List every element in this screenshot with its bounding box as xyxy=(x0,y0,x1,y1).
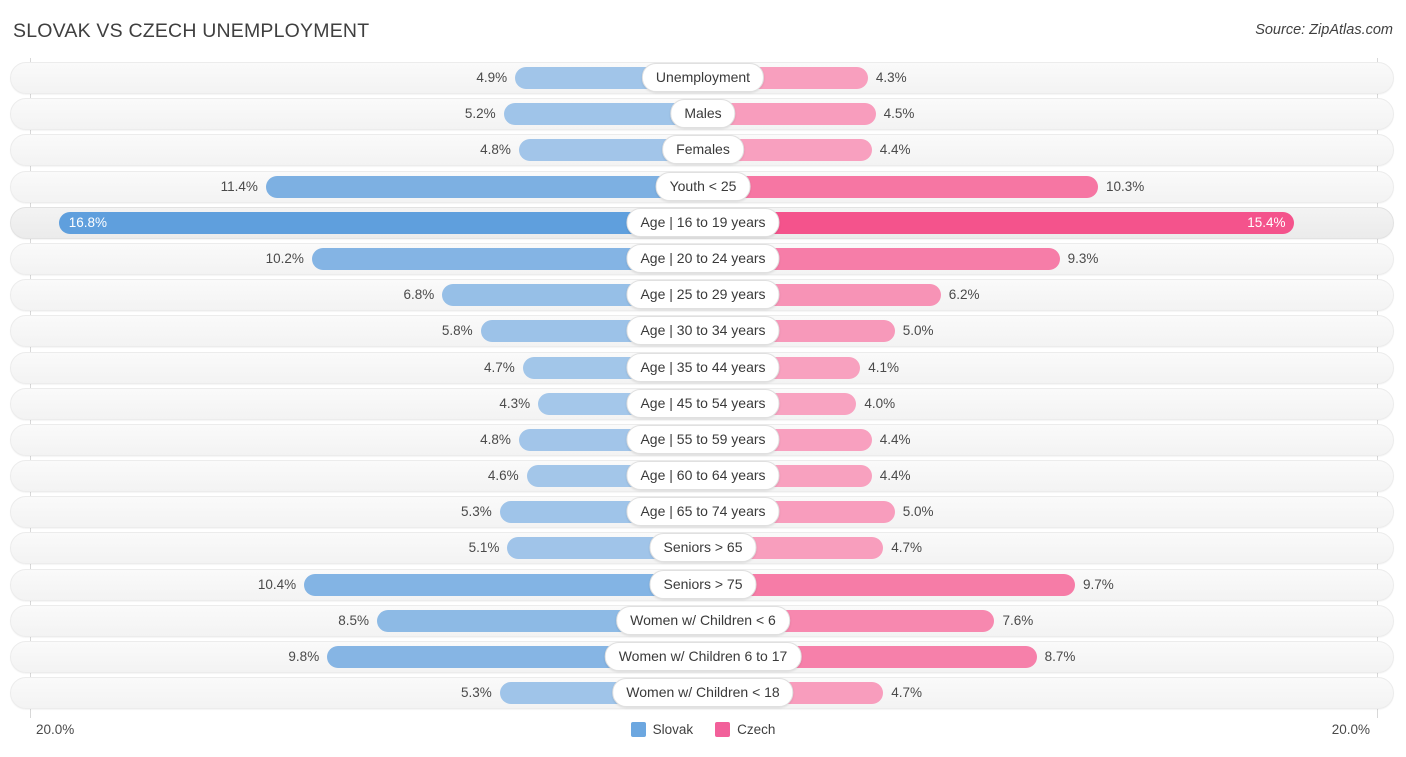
legend-label: Czech xyxy=(737,722,776,737)
bar-rows: 4.9% 4.3% Unemployment 5.2% 4.5% Males 4.8% 4.4… xyxy=(0,62,1406,713)
legend-label: Slovak xyxy=(652,722,694,737)
table-row[interactable]: 10.4% 9.7% Seniors > 75 xyxy=(0,568,1406,601)
table-row[interactable]: 9.8% 8.7% Women w/ Children 6 to 17 xyxy=(0,641,1406,673)
bar-slovak[interactable] xyxy=(304,573,703,596)
category-label: Age | 55 to 59 years xyxy=(626,424,780,454)
category-label: Age | 35 to 44 years xyxy=(626,352,780,382)
value-label-slovak: 4.9% xyxy=(476,70,508,85)
value-label-czech: 4.3% xyxy=(875,70,907,85)
category-label: Males xyxy=(670,99,736,129)
category-label: Age | 65 to 74 years xyxy=(626,497,780,527)
bar-czech[interactable] xyxy=(703,211,1294,234)
value-label-slovak: 5.2% xyxy=(464,106,496,122)
value-label-czech: 4.4% xyxy=(879,142,911,158)
value-label-czech: 4.5% xyxy=(883,106,915,122)
value-label-slovak: 16.8% xyxy=(68,214,108,230)
table-row[interactable]: 4.8% 4.4% Age | 55 to 59 years xyxy=(0,423,1406,456)
category-label: Women w/ Children < 18 xyxy=(612,678,794,708)
value-label-czech: 10.3% xyxy=(1105,178,1145,194)
value-label-czech: 9.3% xyxy=(1067,250,1099,266)
value-label-czech: 4.4% xyxy=(879,431,911,447)
value-label-slovak: 11.4% xyxy=(220,178,258,194)
table-row[interactable]: 4.6% 4.4% Age | 60 to 64 years xyxy=(0,460,1406,493)
value-label-slovak: 10.4% xyxy=(257,576,297,592)
value-label-slovak: 5.3% xyxy=(460,504,492,520)
value-label-slovak: 4.8% xyxy=(480,431,511,447)
value-label-czech: 4.4% xyxy=(879,468,911,484)
table-row[interactable]: 4.9% 4.3% Unemployment xyxy=(0,62,1406,94)
category-label: Women w/ Children < 6 xyxy=(616,605,790,635)
bar-czech[interactable] xyxy=(703,573,1075,596)
table-row[interactable]: 8.5% 7.6% Women w/ Children < 6 xyxy=(0,604,1406,637)
table-row[interactable]: 6.8% 6.2% Age | 25 to 29 years xyxy=(0,279,1406,312)
category-label: Unemployment xyxy=(641,63,765,92)
category-label: Women w/ Children 6 to 17 xyxy=(604,642,802,671)
bar-slovak[interactable] xyxy=(265,175,703,198)
category-label: Age | 25 to 29 years xyxy=(626,280,780,310)
legend-item[interactable]: Czech xyxy=(715,722,775,737)
value-label-slovak: 9.8% xyxy=(288,649,320,664)
table-row[interactable]: 5.2% 4.5% Males xyxy=(0,98,1406,131)
bar-czech[interactable] xyxy=(703,175,1098,198)
table-row[interactable]: 5.8% 5.0% Age | 30 to 34 years xyxy=(0,315,1406,348)
chart-root: SLOVAK VS CZECH UNEMPLOYMENT Source: Zip… xyxy=(0,0,1406,757)
value-label-slovak: 8.5% xyxy=(338,612,370,628)
value-label-slovak: 4.3% xyxy=(499,395,531,411)
category-label: Age | 30 to 34 years xyxy=(626,316,780,346)
category-label: Age | 20 to 24 years xyxy=(626,243,780,273)
bar-slovak[interactable] xyxy=(58,211,703,234)
value-label-slovak: 4.6% xyxy=(487,468,519,484)
value-label-czech: 7.6% xyxy=(1002,612,1034,628)
table-row[interactable]: 5.3% 5.0% Age | 65 to 74 years xyxy=(0,496,1406,529)
value-label-czech: 9.7% xyxy=(1082,576,1114,592)
legend-item[interactable]: Slovak xyxy=(630,722,694,737)
value-label-slovak: 4.7% xyxy=(484,359,515,375)
table-row[interactable]: 5.1% 4.7% Seniors > 65 xyxy=(0,532,1406,565)
table-row[interactable]: 4.8% 4.4% Females xyxy=(0,134,1406,167)
table-row[interactable]: 11.4% 10.3% Youth < 25 xyxy=(0,170,1406,203)
table-row[interactable]: 5.3% 4.7% Women w/ Children < 18 xyxy=(0,677,1406,710)
value-label-czech: 8.7% xyxy=(1044,649,1076,664)
value-label-slovak: 10.2% xyxy=(265,250,304,266)
source-attribution: Source: ZipAtlas.com xyxy=(1255,22,1393,38)
value-label-slovak: 5.1% xyxy=(468,540,500,556)
value-label-czech: 5.0% xyxy=(902,323,934,339)
category-label: Age | 16 to 19 years xyxy=(626,207,780,237)
value-label-czech: 4.7% xyxy=(891,540,922,556)
category-label: Age | 45 to 54 years xyxy=(626,388,780,418)
value-label-czech: 5.0% xyxy=(902,504,934,520)
value-label-slovak: 6.8% xyxy=(403,287,435,303)
value-label-slovak: 5.8% xyxy=(441,323,473,339)
category-label: Age | 60 to 64 years xyxy=(626,461,780,491)
value-label-czech: 6.2% xyxy=(948,287,980,303)
value-label-czech: 15.4% xyxy=(1247,214,1286,230)
category-label: Seniors > 65 xyxy=(649,533,757,563)
value-label-slovak: 4.8% xyxy=(480,142,511,158)
value-label-czech: 4.0% xyxy=(864,395,896,411)
legend-swatch-czech xyxy=(715,722,731,737)
page-title: SLOVAK VS CZECH UNEMPLOYMENT xyxy=(13,20,370,42)
table-row[interactable]: 10.2% 9.3% Age | 20 to 24 years xyxy=(0,242,1406,275)
value-label-czech: 4.1% xyxy=(868,359,899,375)
category-label: Females xyxy=(662,135,744,165)
chart-legend: Slovak Czech xyxy=(0,722,1406,737)
plot-area: 4.9% 4.3% Unemployment 5.2% 4.5% Males 4.8% 4.4… xyxy=(0,58,1406,718)
table-row[interactable]: 4.3% 4.0% Age | 45 to 54 years xyxy=(0,387,1406,420)
value-label-slovak: 5.3% xyxy=(460,685,492,701)
table-row[interactable]: 16.8% 15.4% Age | 16 to 19 years xyxy=(0,206,1406,239)
table-row[interactable]: 4.7% 4.1% Age | 35 to 44 years xyxy=(0,351,1406,384)
value-label-czech: 4.7% xyxy=(891,685,922,701)
legend-swatch-slovak xyxy=(630,722,646,737)
category-label: Youth < 25 xyxy=(655,171,751,201)
category-label: Seniors > 75 xyxy=(649,569,757,599)
